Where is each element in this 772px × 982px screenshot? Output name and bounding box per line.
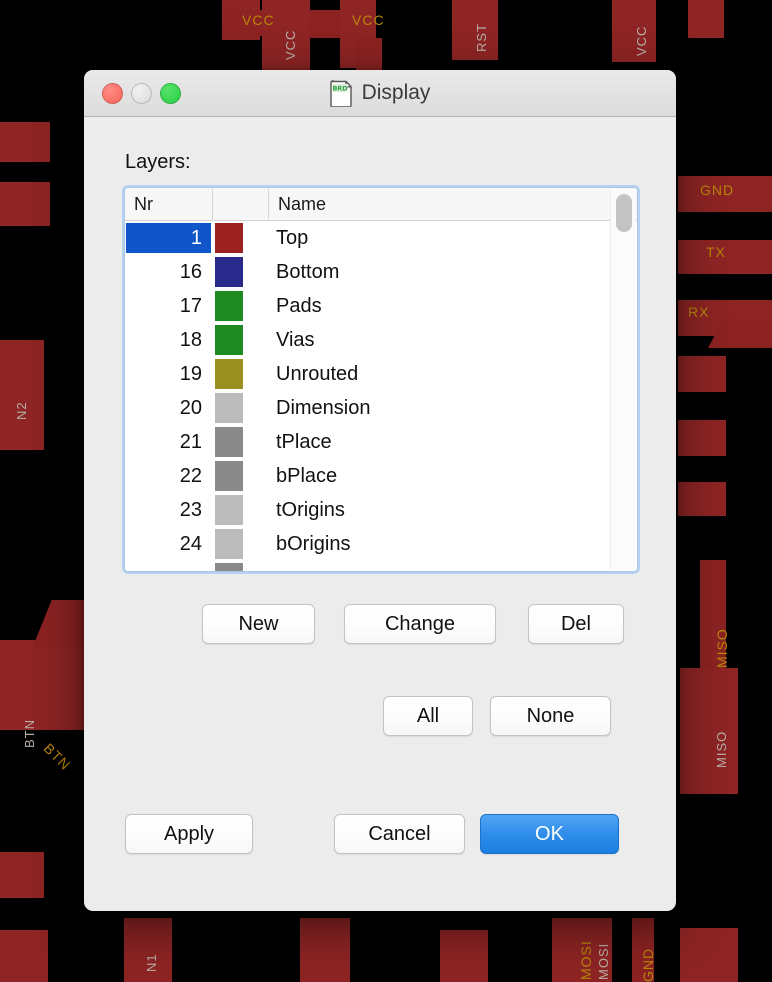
layer-color-swatch[interactable] — [215, 325, 243, 355]
layer-number: 1 — [126, 223, 211, 253]
svg-text:BRD: BRD — [332, 84, 347, 92]
new-layer-button[interactable]: New — [202, 604, 315, 644]
layer-color-cell — [211, 359, 267, 389]
layer-color-cell — [211, 495, 267, 525]
display-dialog: BRD Display Layers: Nr Name 1 Top 16 Bottom… — [84, 70, 676, 911]
ok-button[interactable]: OK — [480, 814, 619, 854]
brd-file-icon: BRD — [329, 79, 353, 108]
layer-color-swatch[interactable] — [215, 461, 243, 491]
layer-color-swatch[interactable] — [215, 291, 243, 321]
layers-listbox[interactable]: Nr Name 1 Top 16 Bottom 17 Pads 18 Vias 19 Unrout… — [124, 187, 638, 572]
layer-color-swatch[interactable] — [215, 359, 243, 389]
layer-name: Bottom — [276, 260, 340, 283]
layer-number: 17 — [179, 294, 202, 317]
layer-color-cell — [211, 393, 267, 423]
list-header-row: Nr Name — [125, 188, 637, 221]
window-controls — [84, 82, 181, 104]
dialog-action-buttons: Apply Cancel OK — [125, 814, 636, 854]
layer-color-swatch[interactable] — [215, 257, 243, 287]
minimize-window-button[interactable] — [131, 82, 152, 104]
layer-color-cell — [211, 461, 267, 491]
layer-color-cell — [211, 223, 267, 253]
apply-button[interactable]: Apply — [125, 814, 253, 854]
layer-color-cell — [211, 291, 267, 321]
layer-color-swatch[interactable] — [215, 495, 243, 525]
list-scroll-area[interactable]: 1 Top 16 Bottom 17 Pads 18 Vias 19 Unrouted 20 Dime… — [125, 221, 637, 571]
layer-number: 20 — [179, 396, 202, 419]
layer-rows: 1 Top 16 Bottom 17 Pads 18 Vias 19 Unrouted 20 Dime… — [125, 221, 637, 571]
layer-name: Unrouted — [276, 362, 359, 385]
select-all-button[interactable]: All — [383, 696, 473, 736]
dialog-body: Layers: Nr Name 1 Top 16 Bottom 17 Pads 18 Vias… — [84, 117, 676, 911]
column-header-name[interactable]: Name — [269, 188, 637, 220]
scrollbar-thumb[interactable] — [616, 194, 632, 232]
layer-color-cell — [211, 563, 267, 571]
layers-label: Layers: — [125, 151, 191, 173]
layer-number: 22 — [179, 464, 202, 487]
screen: VCC VCC VCC RST VCC N2 BTN BTN GND TX RX… — [0, 0, 772, 982]
layer-color-cell — [211, 257, 267, 287]
layer-name: Top — [276, 226, 309, 249]
layer-name: Vias — [276, 328, 315, 351]
cancel-button[interactable]: Cancel — [334, 814, 465, 854]
layer-name: bPlace — [276, 464, 338, 487]
table-row[interactable]: 20 Dimension — [125, 391, 637, 425]
table-row[interactable]: 1 Top — [125, 221, 637, 255]
close-window-button[interactable] — [102, 82, 123, 104]
table-row[interactable]: 24 bOrigins — [125, 527, 637, 561]
layer-color-cell — [211, 529, 267, 559]
table-row[interactable]: 21 tPlace — [125, 425, 637, 459]
layer-number: 16 — [179, 260, 202, 283]
layer-name: Pads — [276, 294, 322, 317]
table-row[interactable]: 17 Pads — [125, 289, 637, 323]
layer-color-swatch[interactable] — [215, 223, 243, 253]
layer-number: 19 — [179, 362, 202, 385]
layer-number: 21 — [179, 430, 202, 453]
table-row[interactable]: 23 tOrigins — [125, 493, 637, 527]
window-title: Display — [361, 81, 431, 104]
layer-color-cell — [211, 427, 267, 457]
layer-number: 24 — [179, 532, 202, 555]
layer-color-cell — [211, 325, 267, 355]
table-row[interactable]: 19 Unrouted — [125, 357, 637, 391]
delete-layer-button[interactable]: Del — [528, 604, 624, 644]
layer-name: tPlace — [276, 430, 332, 453]
table-row[interactable]: 22 bPlace — [125, 459, 637, 493]
layer-color-swatch[interactable] — [215, 563, 243, 571]
layer-name: tOrigins — [276, 498, 345, 521]
table-row[interactable] — [125, 561, 637, 571]
column-header-nr[interactable]: Nr — [125, 188, 213, 220]
window-titlebar[interactable]: BRD Display — [84, 70, 676, 117]
column-header-color[interactable] — [213, 188, 269, 220]
table-row[interactable]: 16 Bottom — [125, 255, 637, 289]
maximize-window-button[interactable] — [160, 82, 181, 104]
layer-color-swatch[interactable] — [215, 393, 243, 423]
layer-color-swatch[interactable] — [215, 427, 243, 457]
layer-color-swatch[interactable] — [215, 529, 243, 559]
layer-name: bOrigins — [276, 532, 351, 555]
layer-number: 18 — [179, 328, 202, 351]
table-row[interactable]: 18 Vias — [125, 323, 637, 357]
layer-name: Dimension — [276, 396, 371, 419]
layer-number: 23 — [179, 498, 202, 521]
layer-selection-buttons: All None — [383, 696, 636, 736]
select-none-button[interactable]: None — [490, 696, 611, 736]
change-layer-button[interactable]: Change — [344, 604, 496, 644]
vertical-scrollbar[interactable] — [610, 189, 636, 570]
layer-edit-buttons: New Change Del — [202, 604, 636, 644]
